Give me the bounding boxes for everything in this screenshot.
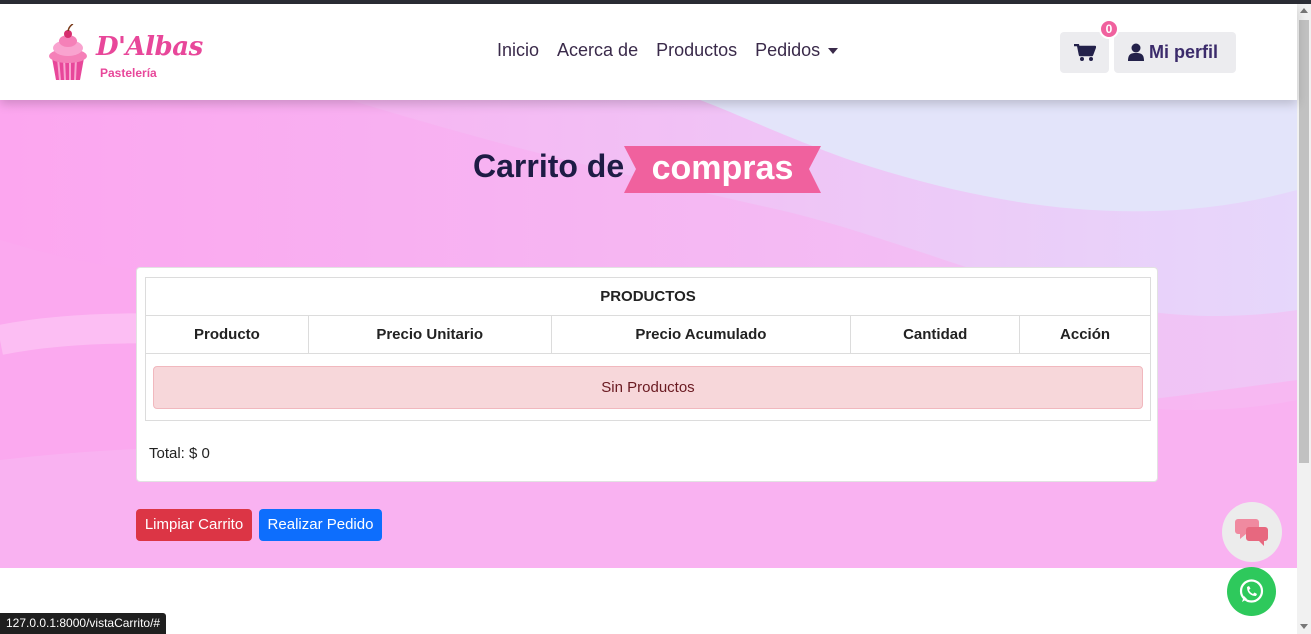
clear-cart-button[interactable]: Limpiar Carrito (136, 509, 252, 541)
nav-link-acerca[interactable]: Acerca de (557, 40, 638, 61)
cart-table: PRODUCTOS Producto Precio Unitario Preci… (145, 277, 1151, 421)
page-title-text: Carrito de (473, 148, 625, 184)
column-header-accion: Acción (1019, 315, 1151, 354)
cupcake-icon (49, 24, 87, 81)
whatsapp-button[interactable] (1227, 567, 1276, 616)
cart-count-badge: 0 (1099, 19, 1119, 39)
profile-label: Mi perfil (1149, 42, 1219, 62)
column-header-producto: Producto (145, 315, 309, 354)
profile-button[interactable]: Mi perfil (1114, 32, 1236, 73)
table-caption: PRODUCTOS (145, 277, 1151, 316)
nav-link-productos[interactable]: Productos (656, 40, 737, 61)
cart-total: Total: $ 0 (149, 445, 210, 462)
brand-name: D'Albas (96, 32, 203, 62)
chat-bubbles-icon (1235, 519, 1268, 546)
brand-logo[interactable]: D'Albas Pastelería (46, 24, 206, 84)
empty-cart-alert: Sin Productos (153, 365, 1143, 409)
status-bar-url: 127.0.0.1:8000/vistaCarrito/# (0, 613, 167, 634)
column-header-precio-unitario: Precio Unitario (307, 315, 552, 354)
title-ribbon: compras (624, 146, 821, 193)
nav-link-inicio[interactable]: Inicio (497, 40, 539, 61)
cart-button[interactable] (1060, 32, 1109, 73)
nav-dropdown-label: Pedidos (755, 40, 821, 60)
chat-button[interactable] (1222, 502, 1282, 562)
column-header-precio-acumulado: Precio Acumulado (550, 315, 852, 354)
user-icon (1128, 43, 1144, 61)
cart-card: PRODUCTOS Producto Precio Unitario Preci… (136, 267, 1158, 482)
shopping-cart-icon (1074, 44, 1096, 61)
brand-subtitle: Pastelería (100, 66, 157, 80)
chevron-down-icon (828, 48, 839, 55)
scroll-up-arrow-icon[interactable] (1300, 8, 1308, 13)
page-title-highlight: compras (651, 149, 794, 187)
scroll-down-arrow-icon[interactable] (1300, 624, 1308, 629)
place-order-button[interactable]: Realizar Pedido (259, 509, 382, 541)
table-row: Sin Productos (145, 353, 1151, 421)
nav-links: Inicio Acerca de Productos Pedidos (497, 40, 839, 61)
nav-dropdown-pedidos[interactable]: Pedidos (755, 40, 839, 61)
whatsapp-icon (1239, 579, 1264, 603)
navbar: D'Albas Pastelería Inicio Acerca de Prod… (0, 4, 1297, 100)
scrollbar-thumb[interactable] (1299, 20, 1309, 463)
column-header-cantidad: Cantidad (850, 315, 1021, 354)
